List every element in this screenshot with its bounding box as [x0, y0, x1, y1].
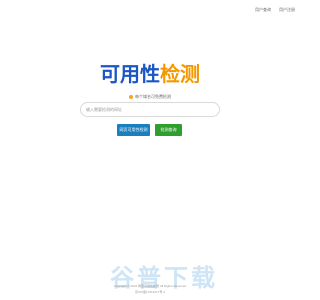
logo-text-blue: 可用性 [100, 64, 160, 86]
logo-text-orange: 检测 [160, 64, 200, 86]
info-icon [129, 95, 133, 99]
history-button[interactable]: 检测查询 [155, 124, 182, 136]
check-button[interactable]: 网页可用性检测 [117, 124, 150, 136]
user-register-link[interactable]: 用户注册 [279, 7, 295, 13]
notice: 每个域名可免费检测 [0, 94, 300, 100]
footer-copyright: Copyright © 2024 网页可用性检测 All Rights Rese… [113, 284, 187, 288]
footer-icp[interactable]: 京ICP备17013217号-2 [0, 290, 300, 294]
site-logo: 可用性检测 [0, 62, 300, 88]
user-query-link[interactable]: 用户查询 [255, 7, 271, 13]
notice-text: 每个域名可免费检测 [135, 94, 171, 99]
url-input[interactable] [80, 102, 220, 117]
top-nav: 用户查询 用户注册 [255, 7, 295, 13]
